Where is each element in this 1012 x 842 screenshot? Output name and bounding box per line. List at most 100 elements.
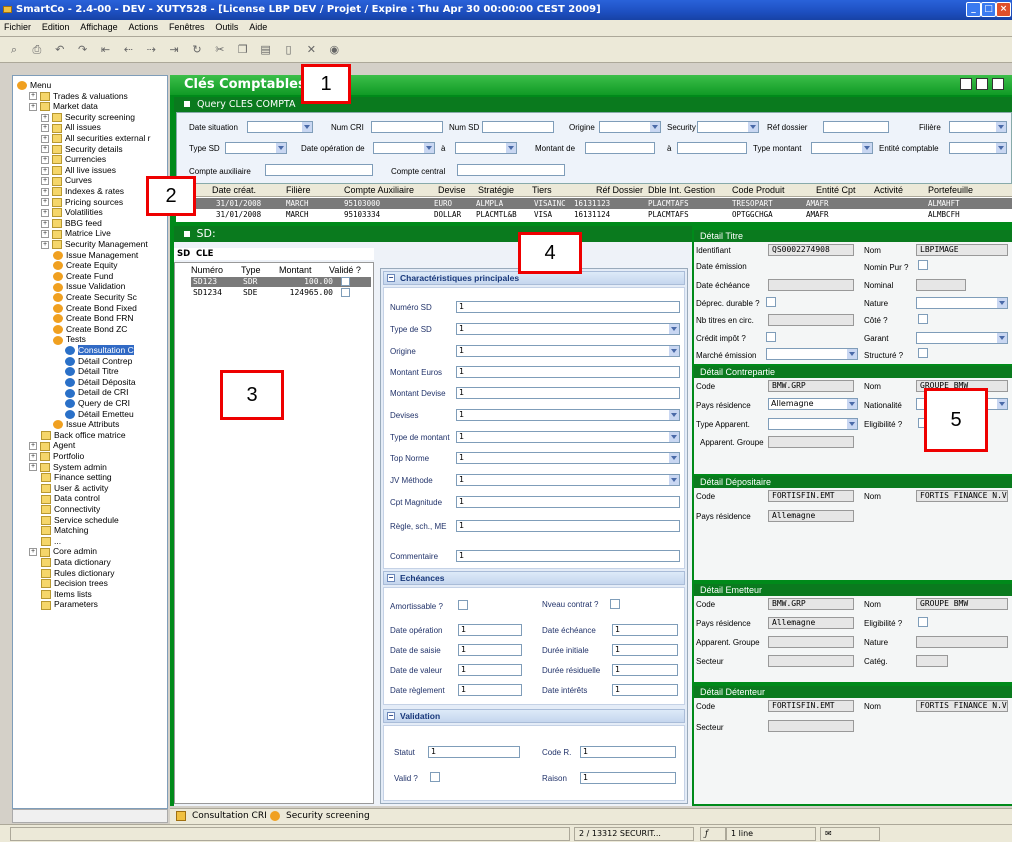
tree-item[interactable]: Tests <box>53 334 86 345</box>
tree-item[interactable]: + Security details <box>41 144 123 155</box>
characteristic-input[interactable]: 1 <box>456 409 680 421</box>
echeance-input[interactable]: 1 <box>458 624 522 636</box>
identifiant-value[interactable]: QS0002274908 <box>768 244 854 256</box>
new-icon[interactable]: ▯ <box>281 42 297 58</box>
table-row[interactable]: 31/01/2008 MARCH 95103000 EURO ALMPLA VISAINC… <box>176 198 1012 209</box>
tab-cle[interactable]: CLE <box>196 249 213 259</box>
tab-consultation-cri[interactable]: Consultation CRI <box>192 811 267 821</box>
next-record-icon[interactable]: ⇢ <box>143 42 159 58</box>
expand-icon[interactable]: + <box>29 442 37 451</box>
date-operation-to-select[interactable] <box>455 142 517 154</box>
tab-sd[interactable]: SD <box>177 249 190 259</box>
tree-item[interactable]: Items lists <box>41 589 92 600</box>
echeance-input[interactable]: 1 <box>612 664 678 676</box>
num-cri-input[interactable] <box>371 121 443 133</box>
copy-icon[interactable]: ❐ <box>235 42 251 58</box>
previous-record-icon[interactable]: ⇠ <box>120 42 136 58</box>
menu-fichier[interactable]: Fichier <box>0 20 35 34</box>
structure-checkbox[interactable] <box>918 348 928 358</box>
results-col-header[interactable]: Devise <box>438 185 466 195</box>
expand-icon[interactable]: + <box>41 134 49 143</box>
validation-section-header[interactable]: − Validation <box>383 709 685 723</box>
tree-item[interactable]: + Portfolio <box>29 451 84 462</box>
results-col-header[interactable]: Compte Auxiliaire <box>344 185 414 195</box>
echeance-input[interactable]: 1 <box>458 684 522 696</box>
expand-icon[interactable]: + <box>41 187 49 196</box>
menu-aide[interactable]: Aide <box>245 20 271 34</box>
tree-item[interactable]: Détail Titre <box>65 366 119 377</box>
garant-select[interactable] <box>916 332 1008 344</box>
tree-item[interactable]: + Volatilities <box>41 207 103 218</box>
detenteur-code-value[interactable]: FORTISFIN.EMT <box>768 700 854 712</box>
paste-icon[interactable]: ▤ <box>258 42 274 58</box>
redo-icon[interactable]: ↷ <box>75 42 91 58</box>
close-button[interactable]: × <box>996 2 1011 17</box>
sd-col-numero[interactable]: Numéro <box>191 265 223 275</box>
tree-item[interactable]: Menu <box>17 80 51 91</box>
filiere-select[interactable] <box>949 121 1007 133</box>
deprec-checkbox[interactable] <box>766 297 776 307</box>
sd-valide-checkbox[interactable] <box>341 288 350 297</box>
emetteur-nature-value[interactable] <box>916 636 1008 648</box>
tree-item[interactable]: Create Bond Fixed <box>53 303 137 314</box>
emetteur-apparent-groupe-value[interactable] <box>768 636 854 648</box>
characteristic-input[interactable]: 1 <box>456 387 680 399</box>
nom-value[interactable]: LBPIMAGE <box>916 244 1008 256</box>
expand-icon[interactable]: + <box>29 92 37 101</box>
type-apparent-select[interactable] <box>768 418 858 430</box>
tree-item[interactable]: Matching <box>41 525 89 536</box>
print-icon[interactable]: ⎙ <box>29 42 45 58</box>
collapse-icon[interactable] <box>184 231 190 237</box>
tree-item[interactable]: ... <box>41 536 61 547</box>
results-col-header[interactable]: Portefeuille <box>928 185 973 195</box>
echeances-section-header[interactable]: − Echéances <box>383 571 685 585</box>
search-icon[interactable]: ⌕ <box>6 42 22 58</box>
menu-affichage[interactable]: Affichage <box>76 20 121 34</box>
depositaire-pays-value[interactable]: Allemagne <box>768 510 854 522</box>
cut-icon[interactable]: ✂ <box>212 42 228 58</box>
date-operation-from-select[interactable] <box>373 142 435 154</box>
tree-scrollbar[interactable] <box>12 809 168 823</box>
tree-item[interactable]: + BBG feed <box>41 218 102 229</box>
date-situation-select[interactable] <box>247 121 313 133</box>
tree-item[interactable]: + Core admin <box>29 546 97 557</box>
echeance-input[interactable]: 1 <box>458 644 522 656</box>
compte-central-input[interactable] <box>457 164 565 176</box>
sd-col-type[interactable]: Type <box>241 265 261 275</box>
tree-item[interactable]: Issue Attributs <box>53 419 119 430</box>
expand-icon[interactable]: + <box>41 219 49 228</box>
minimize-panel-icon[interactable] <box>976 78 988 90</box>
date-echeance-value[interactable] <box>768 279 854 291</box>
expand-icon[interactable]: + <box>41 177 49 186</box>
echeance-input[interactable]: 1 <box>612 684 678 696</box>
help-icon[interactable]: ◉ <box>326 42 342 58</box>
characteristic-input[interactable]: 1 <box>456 366 680 378</box>
sd-col-valide[interactable]: Validé ? <box>329 265 361 275</box>
origine-select[interactable] <box>599 121 661 133</box>
tree-item[interactable]: Service schedule <box>41 515 119 526</box>
echeance-input[interactable]: 1 <box>458 664 522 676</box>
tree-item[interactable]: Issue Validation <box>53 281 125 292</box>
results-col-header[interactable]: Filière <box>286 185 311 195</box>
collapse-icon[interactable] <box>184 101 190 107</box>
tree-item[interactable]: + Matrice Live <box>41 228 111 239</box>
type-sd-select[interactable] <box>225 142 287 154</box>
statut-input[interactable]: 1 <box>428 746 520 758</box>
marche-emission-select[interactable] <box>766 348 858 360</box>
contrepartie-pays-select[interactable]: Allemagne <box>768 398 858 410</box>
sd-col-montant[interactable]: Montant <box>279 265 312 275</box>
first-record-icon[interactable]: ⇤ <box>98 42 114 58</box>
minimize-button[interactable]: _ <box>966 2 981 17</box>
tree-item[interactable]: Connectivity <box>41 504 100 515</box>
results-col-header[interactable]: Stratégie <box>478 185 514 195</box>
emetteur-pays-value[interactable]: Allemagne <box>768 617 854 629</box>
tree-item[interactable]: + Indexes & rates <box>41 186 124 197</box>
characteristic-input[interactable]: 1 <box>456 496 680 508</box>
montant-to-input[interactable] <box>677 142 747 154</box>
characteristic-input[interactable]: 1 <box>456 550 680 562</box>
menu-actions[interactable]: Actions <box>125 20 163 34</box>
results-col-header[interactable]: Entité Cpt <box>816 185 856 195</box>
restore-icon[interactable] <box>960 78 972 90</box>
nb-titres-value[interactable] <box>768 314 854 326</box>
emetteur-code-value[interactable]: BMW.GRP <box>768 598 854 610</box>
